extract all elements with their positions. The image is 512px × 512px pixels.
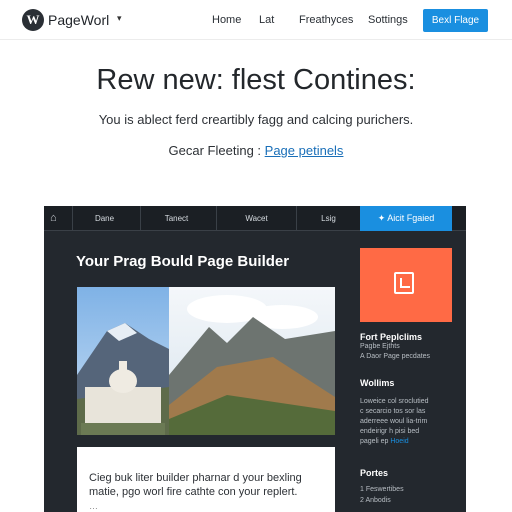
sidebar-list-item[interactable]: 1 Feswertibes <box>360 486 404 493</box>
sidebar-text: endeirigr h pisi bed <box>360 428 420 435</box>
sidebar-heading-2: Wollims <box>360 378 395 388</box>
nav-home[interactable]: Home <box>212 14 241 26</box>
canvas-title: Your Prag Bould Page Builder <box>76 253 290 270</box>
brand-name[interactable]: PageWorl <box>48 12 109 28</box>
chevron-down-icon[interactable]: ▾ <box>117 13 122 24</box>
tab-lsig[interactable]: Lsig <box>296 206 360 231</box>
cta-button[interactable]: Bexl Flage <box>423 9 488 32</box>
tab-active[interactable]: ✦ Aicit Fgaied <box>360 206 452 231</box>
text-card-line-2: matie, pgo worl fire cathte con your rep… <box>89 486 298 498</box>
sidebar-text: c secarcio tos sor las <box>360 408 426 415</box>
nav-freathyces[interactable]: Freathyces <box>299 14 353 26</box>
page-builder-preview: ⌂ Dane Tanect Wacet Lsig ✦ Aicit Fgaied … <box>44 206 466 512</box>
wordpress-logo-icon[interactable]: W <box>22 9 44 31</box>
top-navbar: W PageWorl ▾ Home Lat Freathyces Sotting… <box>0 0 512 40</box>
sidebar-link[interactable]: Hoeid <box>390 438 408 445</box>
builder-tab-bar: ⌂ Dane Tanect Wacet Lsig ✦ Aicit Fgaied <box>44 206 466 231</box>
hero-link-prefix: Gecar Fleeting : <box>168 143 265 158</box>
accent-block[interactable] <box>360 248 452 322</box>
home-icon[interactable]: ⌂ <box>50 212 57 224</box>
hero-title: Rew new: flest Contines: <box>96 64 416 96</box>
nav-lat[interactable]: Lat <box>259 14 274 26</box>
text-card-more: … <box>89 501 98 511</box>
tab-dane[interactable]: Dane <box>72 206 136 231</box>
text-card[interactable]: Cieg buk liter builder pharnar d your be… <box>77 447 335 512</box>
sidebar-heading-3: Portes <box>360 468 389 478</box>
sidebar-text-part: pageli ep <box>360 438 391 445</box>
sidebar-text: aderreee woul lia-trim <box>360 418 428 425</box>
hero-landscape-image[interactable] <box>77 287 335 435</box>
sidebar-list-item[interactable]: 2 Anbodis <box>360 497 391 504</box>
star-icon: ✦ <box>377 213 388 223</box>
hero-link[interactable]: Page petinels <box>265 143 344 158</box>
tab-tanect[interactable]: Tanect <box>140 206 212 231</box>
tab-active-label: Aicit Fgaied <box>387 213 435 223</box>
hero-subtitle: You is ablect ferd creartibly fagg and c… <box>98 112 414 127</box>
tab-wacet[interactable]: Wacet <box>216 206 296 231</box>
sidebar-text: Pagbe Ejthts <box>360 343 400 350</box>
sidebar-text: A Daor Page pecdates <box>360 353 431 360</box>
nav-settings[interactable]: Sottings <box>368 14 408 26</box>
sidebar-text: pageli ep Hoeid <box>360 438 409 445</box>
sidebar-text: Loweice col sroclutied <box>360 398 429 405</box>
sidebar-heading-1: Fort Peplclims <box>360 332 423 342</box>
hero-link-line: Gecar Fleeting : Page petinels <box>0 143 512 158</box>
text-card-line-1: Cieg buk liter builder pharnar d your be… <box>89 472 302 484</box>
document-icon <box>394 272 414 294</box>
